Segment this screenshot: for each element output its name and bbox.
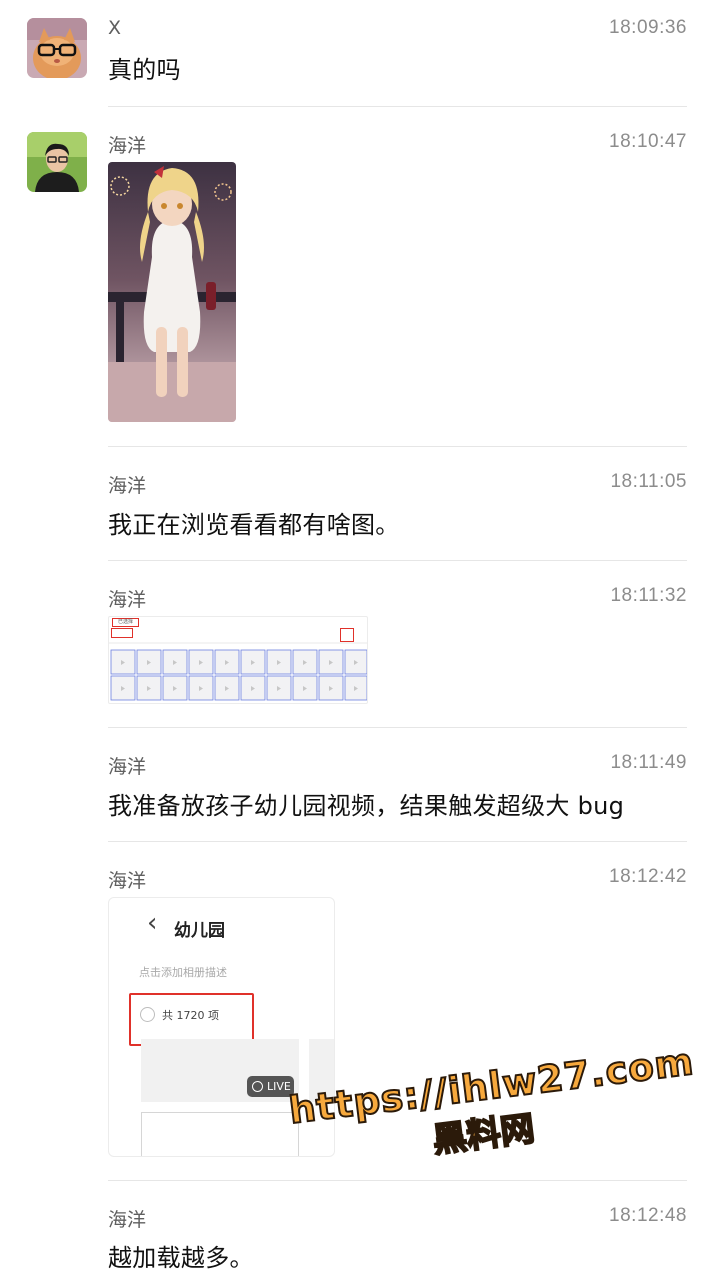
live-badge: LIVE <box>247 1076 294 1097</box>
message-time: 18:12:48 <box>609 1205 687 1226</box>
message-text[interactable]: 真的吗 <box>108 50 181 85</box>
message-text[interactable]: 我正在浏览看看都有啥图。 <box>108 505 400 540</box>
sender-name: X <box>108 17 122 39</box>
sender-name: 海洋 <box>108 135 147 157</box>
sender-name: 海洋 <box>108 475 147 497</box>
album-title: 幼儿园 <box>174 921 225 941</box>
message-time: 18:12:42 <box>609 866 687 887</box>
live-icon <box>252 1081 263 1092</box>
back-icon: ‹ <box>147 908 158 938</box>
item-count: 共 1720 项 <box>162 1009 219 1022</box>
video-thumbnail[interactable] <box>141 1112 299 1156</box>
sender-name: 海洋 <box>108 870 147 892</box>
divider <box>108 1180 687 1181</box>
message-time: 18:09:36 <box>609 17 687 38</box>
message-time: 18:10:47 <box>609 131 687 152</box>
live-label: LIVE <box>267 1080 291 1093</box>
man-avatar[interactable] <box>27 132 87 192</box>
watermark-url: https://ihlw27.com <box>286 1039 698 1133</box>
message-time: 18:11:32 <box>610 585 687 606</box>
sender-name: 海洋 <box>108 756 147 778</box>
divider <box>108 560 687 561</box>
divider <box>108 727 687 728</box>
divider <box>108 106 687 107</box>
sender-name: 海洋 <box>108 589 147 611</box>
watermark: https://ihlw27.com 黑料网 <box>286 1039 698 1198</box>
message-time: 18:11:05 <box>610 471 687 492</box>
watermark-name: 黑料网 <box>430 1108 538 1162</box>
message-text[interactable]: 我准备放孩子幼儿园视频，结果触发超级大 bug <box>108 786 624 821</box>
select-circle-icon <box>140 1007 155 1022</box>
divider <box>108 841 687 842</box>
video-thumbnail[interactable] <box>309 1039 334 1102</box>
anime-girl-image[interactable] <box>108 162 236 422</box>
cat-with-glasses-avatar[interactable] <box>27 18 87 78</box>
album-description: 点击添加相册描述 <box>139 966 227 979</box>
album-screenshot[interactable]: ‹ 幼儿园 点击添加相册描述 共 1720 项 LIVE <box>108 897 335 1157</box>
sender-name: 海洋 <box>108 1209 147 1231</box>
message-time: 18:11:49 <box>610 752 687 773</box>
message-text[interactable]: 越加载越多。 <box>108 1238 254 1273</box>
divider <box>108 446 687 447</box>
video-grid-screenshot[interactable]: 已选择 <box>108 616 368 704</box>
